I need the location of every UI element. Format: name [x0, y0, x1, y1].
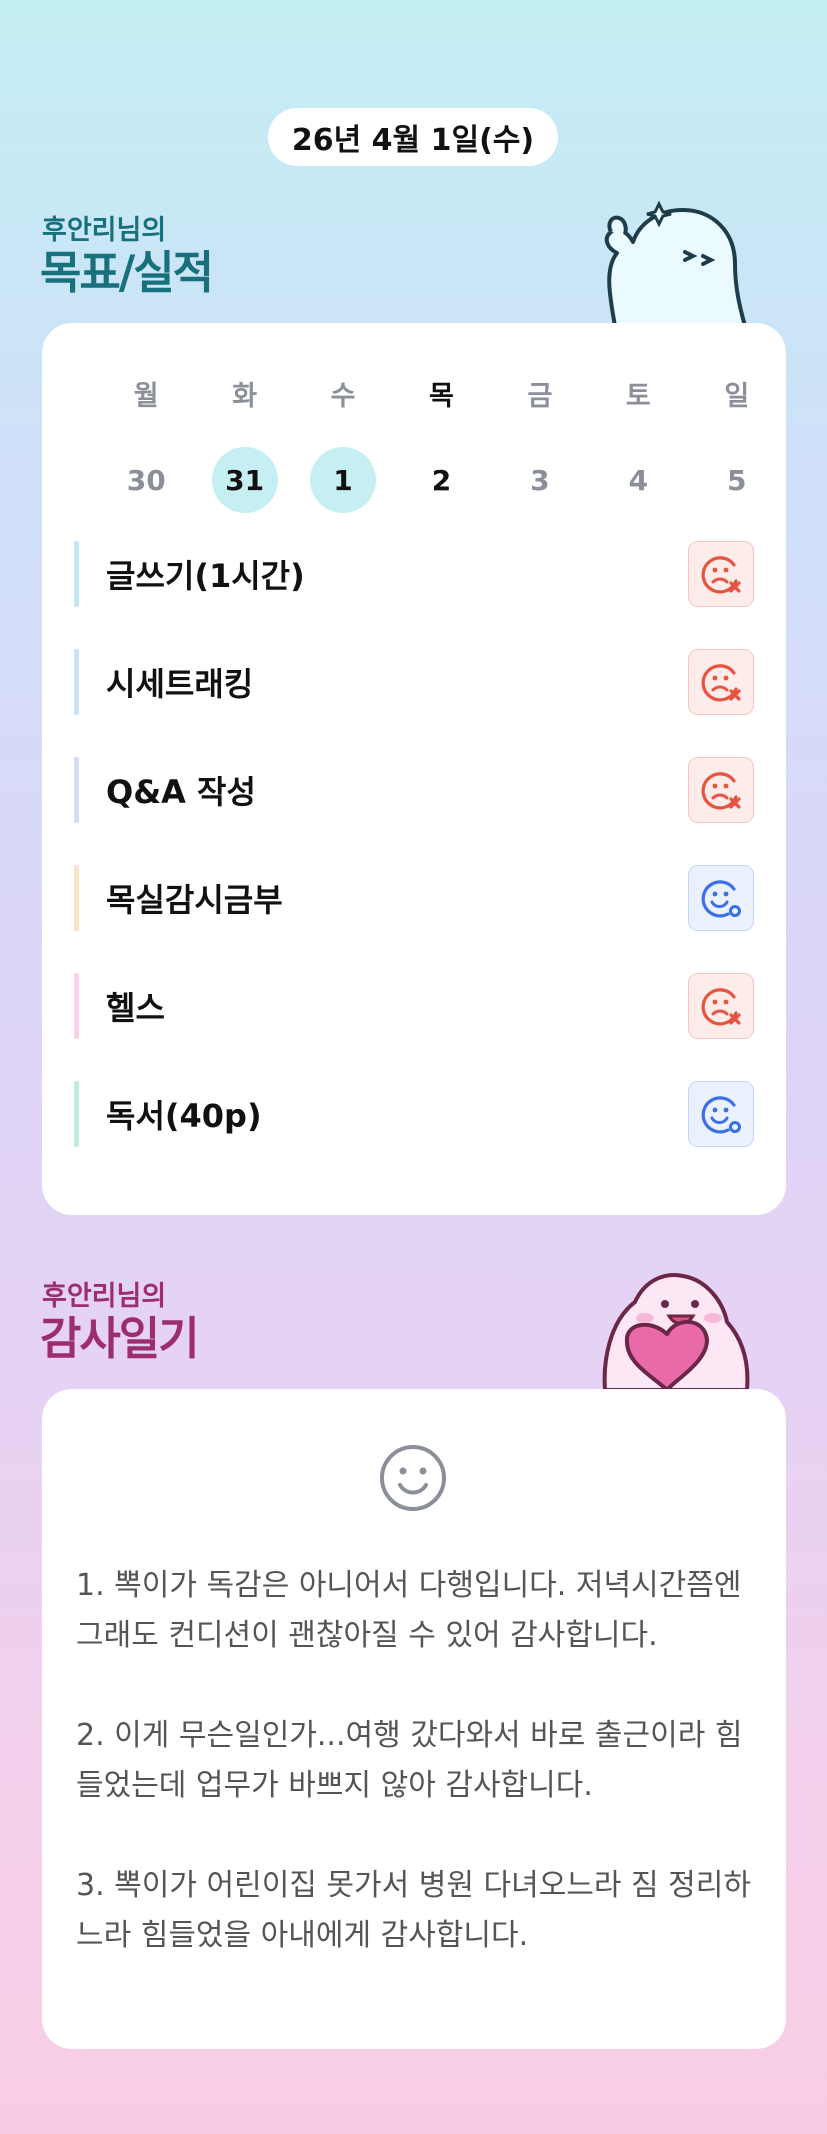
sad-x-icon[interactable] [688, 541, 754, 607]
date-pill[interactable]: 26년 4월 1일(수) [268, 108, 558, 166]
calendar-date-number: 30 [126, 463, 166, 497]
smile-o-icon[interactable] [688, 865, 754, 931]
goal-list: 글쓰기(1시간) 시세트래킹 Q&A 작성 목실감시금부 헬스 독서(40p) [74, 541, 754, 1189]
weekday-label: 목 [392, 377, 490, 417]
calendar-day[interactable]: 4 [589, 417, 687, 513]
goal-color-bar [74, 1081, 79, 1147]
calendar-date-number: 1 [310, 447, 377, 513]
sad-x-icon[interactable] [688, 973, 754, 1039]
mascot-heart-icon [602, 1273, 750, 1390]
sad-x-icon[interactable] [688, 757, 754, 823]
goal-name: 독서(40p) [106, 1097, 262, 1135]
weekday-label: 토 [589, 377, 687, 417]
calendar-date-number: 3 [530, 463, 550, 497]
weekday-label: 월 [97, 377, 195, 417]
weekday-text: 월 [133, 381, 159, 412]
goal-row[interactable]: 독서(40p) [74, 1081, 754, 1147]
smile-face-icon[interactable] [378, 1443, 448, 1513]
diary-section-title: 감사일기 [40, 1312, 200, 1365]
goal-name: 글쓰기(1시간) [106, 557, 305, 595]
goal-row[interactable]: 글쓰기(1시간) [74, 541, 754, 607]
weekday-text: 금 [527, 381, 553, 412]
goal-name: Q&A 작성 [106, 773, 256, 811]
goal-color-bar [74, 973, 79, 1039]
calendar-day[interactable]: 3 [491, 417, 589, 513]
weekday-text: 수 [330, 381, 356, 412]
calendar-date-number: 2 [431, 463, 452, 497]
diary-entry: 3. 뽁이가 어린이집 못가서 병원 다녀오느라 짐 정리하느라 힘들었을 아내… [76, 1868, 751, 1953]
calendar-date-number: 31 [211, 447, 278, 513]
mascot-thumbs-up-icon [604, 200, 747, 326]
diary-text: 1. 뽁이가 독감은 아니어서 다행입니다. 저녁시간쯤엔 그래도 컨디션이 괜… [76, 1561, 756, 1961]
calendar-date-number: 4 [628, 463, 649, 497]
weekday-label: 금 [491, 377, 589, 417]
goal-color-bar [74, 541, 79, 607]
weekday-text: 일 [724, 381, 750, 412]
goal-row[interactable]: 목실감시금부 [74, 865, 754, 931]
diary-entry: 2. 이게 무슨일인가...여행 갔다와서 바로 출근이라 힘들었는데 업무가 … [76, 1718, 743, 1803]
calendar-day[interactable]: 5 [688, 417, 786, 513]
week-calendar: 월 화 수 목 금 토 일 30 31 1 2 3 4 5 [42, 377, 786, 513]
weekday-text: 목 [429, 381, 454, 412]
weekday-text: 화 [232, 381, 258, 412]
calendar-day[interactable]: 30 [97, 417, 195, 513]
goal-color-bar [74, 865, 79, 931]
calendar-day[interactable]: 1 [294, 417, 392, 513]
smile-o-icon[interactable] [688, 1081, 754, 1147]
diary-card: 1. 뽁이가 독감은 아니어서 다행입니다. 저녁시간쯤엔 그래도 컨디션이 괜… [42, 1389, 786, 2049]
goal-color-bar [74, 649, 79, 715]
weekday-label: 수 [294, 377, 392, 417]
goals-card: 월 화 수 목 금 토 일 30 31 1 2 3 4 5 글쓰기(1시간) 시세트래킹 Q&A 작성 … [42, 323, 786, 1215]
sad-x-icon[interactable] [688, 649, 754, 715]
date-label: 26년 4월 1일(수) [291, 123, 535, 158]
goal-row[interactable]: Q&A 작성 [74, 757, 754, 823]
goal-row[interactable]: 시세트래킹 [74, 649, 754, 715]
weekday-label: 화 [195, 377, 293, 417]
goal-row[interactable]: 헬스 [74, 973, 754, 1039]
calendar-date-number: 5 [726, 463, 747, 497]
goal-color-bar [74, 757, 79, 823]
goals-section-title: 목표/실적 [40, 246, 214, 299]
calendar-day[interactable]: 31 [195, 417, 293, 513]
weekday-label: 일 [688, 377, 786, 417]
weekday-text: 토 [625, 381, 651, 412]
calendar-day[interactable]: 2 [392, 417, 490, 513]
goal-name: 목실감시금부 [106, 881, 283, 919]
goal-name: 시세트래킹 [106, 665, 254, 703]
goal-name: 헬스 [106, 989, 165, 1027]
diary-entry: 1. 뽁이가 독감은 아니어서 다행입니다. 저녁시간쯤엔 그래도 컨디션이 괜… [76, 1568, 742, 1653]
